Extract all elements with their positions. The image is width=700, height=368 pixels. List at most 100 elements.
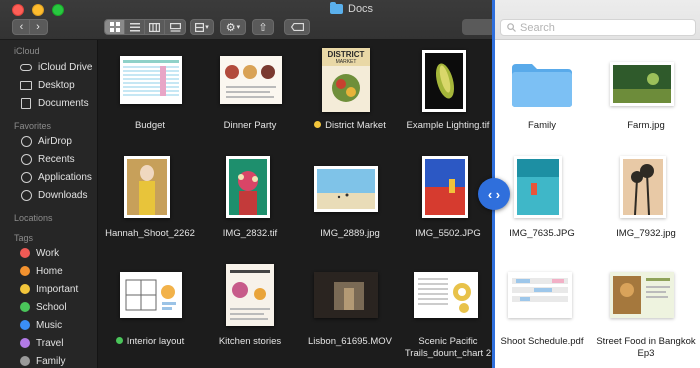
- chevron-down-icon: ▾: [236, 24, 241, 31]
- file-item[interactable]: Lisbon_61695.MOV: [302, 262, 398, 347]
- file-item[interactable]: IMG_2889.jpg: [302, 152, 398, 239]
- sidebar-tag-school[interactable]: School: [20, 300, 67, 314]
- sidebar-item-label: Desktop: [38, 79, 75, 91]
- sidebar-item-label: Downloads: [38, 189, 88, 201]
- sidebar-item-label: Documents: [38, 97, 89, 109]
- share-button[interactable]: ⇧: [252, 19, 274, 35]
- document-thumbnail: [220, 56, 282, 104]
- sidebar-item-downloads[interactable]: Downloads: [20, 188, 87, 202]
- file-item[interactable]: IMG_2832.tif: [202, 152, 298, 239]
- file-name: Family: [528, 120, 556, 131]
- file-item[interactable]: IMG_7932.jpg: [598, 152, 694, 239]
- search-icon: [507, 23, 516, 32]
- clock-icon: [20, 153, 32, 165]
- sidebar-item-label: Family: [36, 355, 66, 367]
- tag-color-dot: [20, 284, 30, 294]
- search-field[interactable]: Search: [500, 19, 696, 36]
- minimize-button[interactable]: [32, 4, 44, 16]
- list-view-button[interactable]: [125, 20, 145, 34]
- divider-handle[interactable]: ‹ ›: [478, 178, 510, 210]
- sidebar-tag-music[interactable]: Music: [20, 318, 62, 332]
- desktop-icon: [20, 80, 32, 90]
- document-thumbnail: [226, 264, 274, 326]
- close-button[interactable]: [12, 4, 24, 16]
- file-name: IMG_7932.jpg: [616, 228, 676, 239]
- list-icon: [129, 22, 140, 31]
- chevron-down-icon: ▾: [205, 24, 209, 31]
- window-title: Docs: [330, 2, 373, 15]
- file-item[interactable]: Budget: [102, 48, 198, 132]
- file-item[interactable]: Street Food in Bangkok Ep3: [596, 262, 696, 359]
- file-item[interactable]: Shoot Schedule.pdf: [494, 262, 590, 347]
- file-name: Scenic Pacific Trails_dount_chart 2: [404, 336, 492, 359]
- tag-color-dot: [20, 248, 30, 258]
- file-item[interactable]: Hannah_Shoot_2262: [102, 152, 198, 239]
- sidebar-item-label: AirDrop: [38, 135, 72, 147]
- zoom-button[interactable]: [52, 4, 64, 16]
- gallery-icon: [169, 22, 181, 32]
- sidebar-item-icloud-drive[interactable]: iCloud Drive: [20, 60, 92, 74]
- tag-icon: [290, 23, 304, 31]
- airdrop-icon: [20, 135, 32, 147]
- file-name: Farm.jpg: [627, 120, 665, 131]
- file-name: Lisbon_61695.MOV: [308, 336, 392, 347]
- gallery-view-button[interactable]: [165, 20, 185, 34]
- tag-color-dot: [20, 320, 30, 330]
- chevron-left-right-icon: ‹ ›: [487, 186, 501, 202]
- action-button[interactable]: ⚙ ▾: [220, 19, 246, 35]
- file-item[interactable]: Interior layout: [102, 262, 198, 347]
- file-item[interactable]: Farm.jpg: [598, 48, 694, 132]
- group-icon: [195, 22, 205, 32]
- file-item[interactable]: DISTRICT MARKET District Market: [302, 48, 398, 132]
- icon-view-button[interactable]: [105, 20, 125, 34]
- file-item[interactable]: Family: [494, 48, 590, 132]
- section-tags: Tags: [14, 233, 34, 243]
- share-icon: ⇧: [258, 21, 268, 34]
- sidebar-item-desktop[interactable]: Desktop: [20, 78, 75, 92]
- poster-subtitle: MARKET: [335, 59, 357, 65]
- search-field-dark[interactable]: [462, 19, 494, 35]
- file-name: IMG_2889.jpg: [320, 228, 380, 239]
- photo-thumbnail: [422, 156, 468, 218]
- file-item[interactable]: Dinner Party: [202, 48, 298, 132]
- section-icloud: iCloud: [14, 46, 40, 56]
- cloud-icon: [20, 63, 32, 71]
- sidebar-item-airdrop[interactable]: AirDrop: [20, 134, 72, 148]
- file-grid-light: Family Farm.jpg IMG_7635.JPG IMG_7932.jp…: [494, 40, 700, 368]
- file-item[interactable]: Kitchen stories: [202, 262, 298, 347]
- sidebar-tag-important[interactable]: Important: [20, 282, 78, 296]
- photo-thumbnail: [610, 62, 674, 106]
- sidebar-item-label: Music: [36, 319, 63, 331]
- document-thumbnail: [610, 272, 674, 318]
- photo-thumbnail: [422, 50, 466, 112]
- video-thumbnail: [314, 272, 378, 318]
- photo-thumbnail: [620, 156, 666, 218]
- search-placeholder: Search: [520, 21, 555, 34]
- sidebar-tag-home[interactable]: Home: [20, 264, 63, 278]
- tag-color-dot: [20, 356, 30, 366]
- column-view-button[interactable]: [145, 20, 165, 34]
- file-name: District Market: [296, 120, 404, 132]
- back-button[interactable]: ‹: [14, 20, 30, 34]
- group-by-button[interactable]: ▾: [190, 19, 214, 35]
- photo-thumbnail: [514, 156, 562, 218]
- sidebar-item-applications[interactable]: Applications: [20, 170, 92, 184]
- tag-color-dot: [115, 337, 123, 344]
- gear-icon: ⚙: [225, 21, 236, 34]
- columns-icon: [149, 22, 160, 32]
- file-name: IMG_2832.tif: [222, 228, 278, 239]
- chart-document-thumbnail: [414, 272, 478, 318]
- grid-icon: [109, 22, 120, 32]
- file-item[interactable]: Scenic Pacific Trails_dount_chart 2: [400, 262, 496, 359]
- sidebar-item-recents[interactable]: Recents: [20, 152, 75, 166]
- file-grid-dark: Budget Dinner Party DISTRICT MARKET Dist…: [98, 40, 494, 368]
- tags-button[interactable]: [284, 19, 310, 35]
- sidebar-tag-family[interactable]: Family: [20, 354, 65, 368]
- file-name: Dinner Party: [223, 120, 277, 131]
- file-item[interactable]: Example Lighting.tif: [400, 48, 496, 132]
- spreadsheet-thumbnail: [120, 56, 182, 104]
- sidebar-tag-travel[interactable]: Travel: [20, 336, 63, 350]
- forward-button[interactable]: ›: [30, 20, 46, 34]
- sidebar-tag-work[interactable]: Work: [20, 246, 59, 260]
- sidebar-item-documents[interactable]: Documents: [20, 96, 89, 110]
